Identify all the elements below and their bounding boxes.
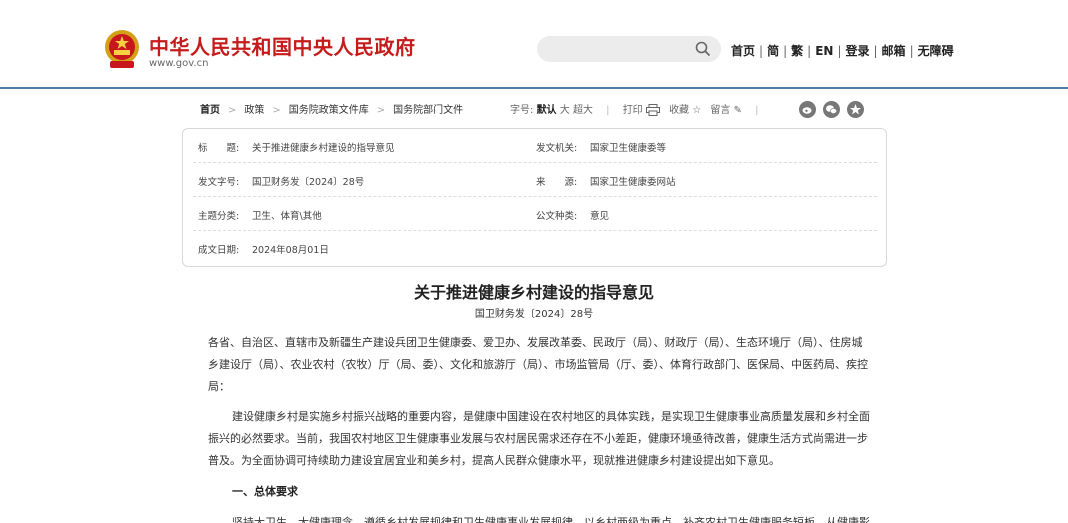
font-size-large[interactable]: 大: [560, 105, 570, 116]
printer-icon: [645, 104, 660, 116]
document-info-table: 标 题: 关于推进健康乡村建设的指导意见 发文机关: 国家卫生健康委等 发文字号: 国…: [182, 128, 887, 267]
section-heading: 一、总体要求: [232, 485, 298, 498]
issuer-cell: 发文机关: 国家卫生健康委等: [536, 143, 667, 154]
nav-login[interactable]: 登录: [845, 44, 869, 58]
share-buttons: [799, 99, 871, 118]
search-input[interactable]: [537, 36, 721, 62]
site-header: 中华人民共和国中央人民政府 www.gov.cn 首页 | 简 | 繁 | EN | 登录 | 邮箱…: [0, 0, 1068, 88]
article-tools: 字号: 默认 大 超大 | 打印 收藏 ☆ 留言 ✎ |: [510, 104, 759, 116]
article-paragraph: 坚持大卫生、大健康理念，遵循乡村发展规律和卫生健康事业发展规律，以乡村两级为重点…: [232, 516, 870, 523]
pencil-icon: ✎: [733, 105, 742, 116]
weibo-icon[interactable]: [799, 101, 816, 118]
breadcrumb-policy[interactable]: 政策: [244, 105, 264, 116]
print-button[interactable]: 打印: [623, 104, 663, 116]
doc-type-cell: 公文种类: 意见: [536, 211, 610, 222]
star-icon: ☆: [692, 105, 702, 116]
header-divider: [0, 87, 1068, 89]
info-row: 标 题: 关于推进健康乡村建设的指导意见 发文机关: 国家卫生健康委等: [193, 129, 877, 163]
font-size-label: 字号:: [510, 105, 534, 116]
breadcrumb-department-docs[interactable]: 国务院部门文件: [393, 105, 463, 116]
font-size-default[interactable]: 默认: [537, 105, 557, 116]
article-paragraph: 建设健康乡村是实施乡村振兴战略的重要内容，是健康中国建设在农村地区的具体实践，是…: [208, 410, 870, 467]
nav-home[interactable]: 首页: [731, 44, 755, 58]
info-row: 主题分类: 卫生、体育\其他 公文种类: 意见: [193, 197, 877, 231]
doc-number-cell: 发文字号: 国卫财务发〔2024〕28号: [198, 177, 365, 188]
nav-english[interactable]: EN: [815, 44, 833, 58]
nav-accessibility[interactable]: 无障碍: [918, 44, 954, 58]
favorite-button[interactable]: 收藏 ☆: [669, 105, 701, 116]
search-icon[interactable]: [695, 41, 711, 57]
category-cell: 主题分类: 卫生、体育\其他: [198, 211, 322, 222]
article-doc-number: 国卫财务发〔2024〕28号: [474, 309, 594, 320]
article-title: 关于推进健康乡村建设的指导意见: [413, 283, 654, 302]
info-row: 发文字号: 国卫财务发〔2024〕28号 来 源: 国家卫生健康委网站: [193, 163, 877, 197]
site-title[interactable]: 中华人民共和国中央人民政府: [149, 31, 416, 60]
title-cell: 标 题: 关于推进健康乡村建设的指导意见: [198, 143, 395, 154]
font-size-xlarge[interactable]: 超大: [573, 105, 593, 116]
info-row: 成文日期: 2024年08月01日: [193, 231, 877, 265]
breadcrumb-policy-library[interactable]: 国务院政策文件库: [289, 105, 369, 116]
breadcrumb: 首页 > 政策 > 国务院政策文件库 > 国务院部门文件: [200, 105, 464, 116]
nav-mail[interactable]: 邮箱: [882, 44, 906, 58]
article-paragraph: 各省、自治区、直辖市及新疆生产建设兵团卫生健康委、爱卫办、发展改革委、民政厅（局…: [208, 336, 868, 393]
source-cell: 来 源: 国家卫生健康委网站: [536, 177, 676, 188]
breadcrumb-home[interactable]: 首页: [200, 105, 220, 116]
top-navigation: 首页 | 简 | 繁 | EN | 登录 | 邮箱 | 无障碍: [731, 44, 954, 58]
nav-traditional[interactable]: 繁: [791, 44, 803, 58]
qzone-icon[interactable]: [847, 101, 864, 118]
nav-simplified[interactable]: 简: [767, 44, 779, 58]
comment-button[interactable]: 留言 ✎: [710, 105, 742, 116]
wechat-icon[interactable]: [823, 101, 840, 118]
site-url[interactable]: www.gov.cn: [149, 58, 208, 69]
national-emblem-logo[interactable]: [102, 28, 142, 70]
date-cell: 成文日期: 2024年08月01日: [198, 245, 329, 256]
